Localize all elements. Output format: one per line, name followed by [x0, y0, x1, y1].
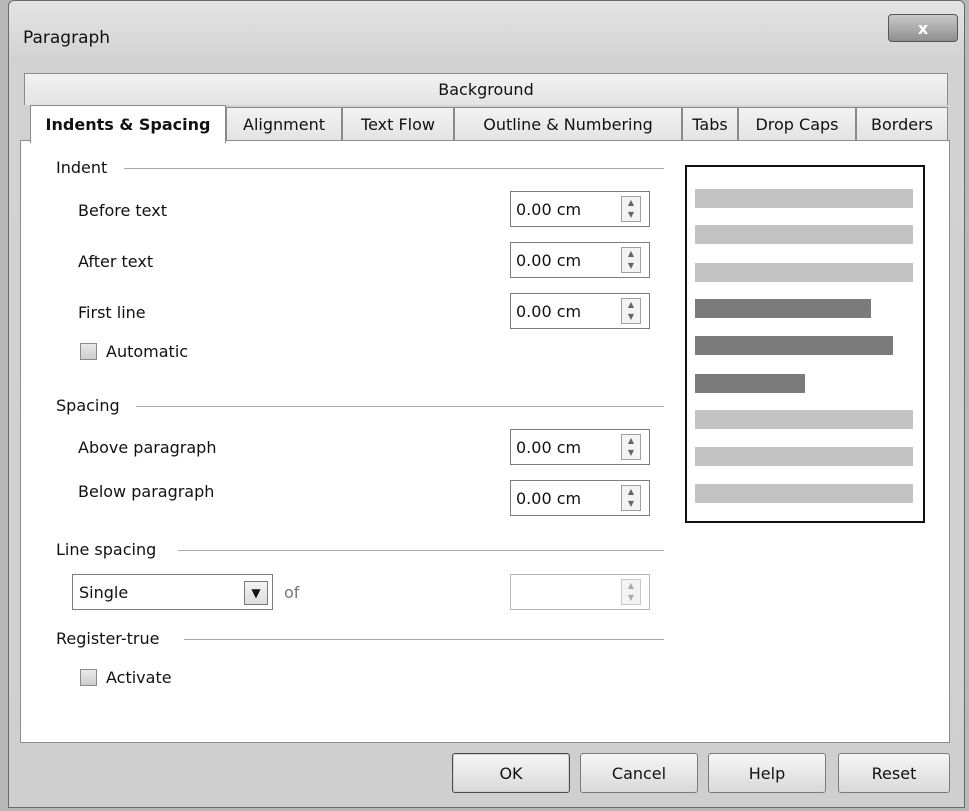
spin-arrows-icon[interactable]: ▲ ▼	[621, 298, 641, 324]
above-paragraph-label: Above paragraph	[78, 438, 217, 457]
spin-arrows-icon[interactable]: ▲ ▼	[621, 485, 641, 511]
dialog-title: Paragraph	[23, 28, 111, 48]
preview-context-line	[695, 189, 913, 208]
indent-section-label: Indent	[56, 158, 108, 177]
tab-indents-spacing[interactable]: Indents & Spacing	[30, 105, 226, 143]
tab-text-flow-label: Text Flow	[361, 115, 435, 134]
automatic-label: Automatic	[106, 342, 189, 361]
line-spacing-section-label: Line spacing	[56, 540, 157, 559]
line-spacing-select[interactable]: Single ▼	[72, 574, 273, 610]
preview-context-line	[695, 263, 913, 282]
help-button-label: Help	[748, 763, 786, 783]
line-spacing-of-spin[interactable]: ▲ ▼	[510, 574, 650, 610]
after-text-label: After text	[78, 252, 154, 271]
spin-arrows-icon[interactable]: ▲ ▼	[621, 247, 641, 273]
tab-alignment-label: Alignment	[243, 115, 325, 134]
first-line-spin[interactable]: 0.00 cm ▲ ▼	[510, 293, 650, 329]
tab-drop-caps[interactable]: Drop Caps	[738, 107, 856, 141]
register-true-divider	[184, 639, 664, 640]
below-paragraph-label: Below paragraph	[78, 482, 215, 501]
after-text-spin[interactable]: 0.00 cm ▲ ▼	[510, 242, 650, 278]
tab-tabs-label: Tabs	[692, 115, 728, 134]
below-paragraph-value[interactable]: 0.00 cm	[516, 489, 581, 508]
tab-background[interactable]: Background	[24, 73, 948, 105]
tab-outline-numbering[interactable]: Outline & Numbering	[454, 107, 682, 141]
preview-context-line	[695, 447, 913, 466]
automatic-checkbox[interactable]	[80, 343, 97, 360]
tab-indents-spacing-label: Indents & Spacing	[45, 115, 211, 134]
paragraph-preview	[685, 165, 925, 523]
tab-outline-numbering-label: Outline & Numbering	[483, 115, 653, 134]
line-spacing-of-label: of	[284, 583, 300, 602]
reset-button[interactable]: Reset	[838, 753, 950, 793]
spin-arrows-icon[interactable]: ▲ ▼	[621, 434, 641, 460]
preview-current-line	[695, 336, 893, 355]
first-line-label: First line	[78, 303, 146, 322]
preview-current-line	[695, 374, 805, 393]
line-spacing-divider	[178, 550, 664, 551]
cancel-button-label: Cancel	[611, 763, 667, 783]
indent-divider	[124, 168, 664, 169]
preview-context-line	[695, 225, 913, 244]
above-paragraph-spin[interactable]: 0.00 cm ▲ ▼	[510, 429, 650, 465]
activate-label: Activate	[106, 668, 172, 687]
spin-arrows-icon[interactable]: ▲ ▼	[621, 196, 641, 222]
chevron-down-icon[interactable]: ▼	[244, 581, 268, 605]
ok-button[interactable]: OK	[452, 753, 570, 793]
cancel-button[interactable]: Cancel	[580, 753, 698, 793]
first-line-value[interactable]: 0.00 cm	[516, 302, 581, 321]
above-paragraph-value[interactable]: 0.00 cm	[516, 438, 581, 457]
preview-context-line	[695, 484, 913, 503]
close-icon: x	[917, 18, 929, 38]
before-text-label: Before text	[78, 201, 167, 220]
tab-text-flow[interactable]: Text Flow	[342, 107, 454, 141]
register-true-section-label: Register-true	[56, 629, 160, 648]
tab-drop-caps-label: Drop Caps	[755, 115, 839, 134]
before-text-value[interactable]: 0.00 cm	[516, 200, 581, 219]
after-text-value[interactable]: 0.00 cm	[516, 251, 581, 270]
ok-button-label: OK	[499, 763, 523, 783]
preview-current-line	[695, 299, 871, 318]
line-spacing-value: Single	[79, 583, 129, 602]
tab-tabs[interactable]: Tabs	[682, 107, 738, 141]
below-paragraph-spin[interactable]: 0.00 cm ▲ ▼	[510, 480, 650, 516]
tab-background-label: Background	[438, 80, 534, 99]
help-button[interactable]: Help	[708, 753, 826, 793]
reset-button-label: Reset	[871, 763, 917, 783]
tab-borders[interactable]: Borders	[856, 107, 948, 141]
activate-checkbox[interactable]	[80, 669, 97, 686]
spacing-divider	[136, 406, 664, 407]
tab-borders-label: Borders	[871, 115, 933, 134]
before-text-spin[interactable]: 0.00 cm ▲ ▼	[510, 191, 650, 227]
close-button[interactable]: x	[888, 14, 958, 42]
preview-context-line	[695, 410, 913, 429]
spacing-section-label: Spacing	[56, 396, 120, 415]
tab-alignment[interactable]: Alignment	[226, 107, 342, 141]
spin-arrows-icon[interactable]: ▲ ▼	[621, 579, 641, 605]
